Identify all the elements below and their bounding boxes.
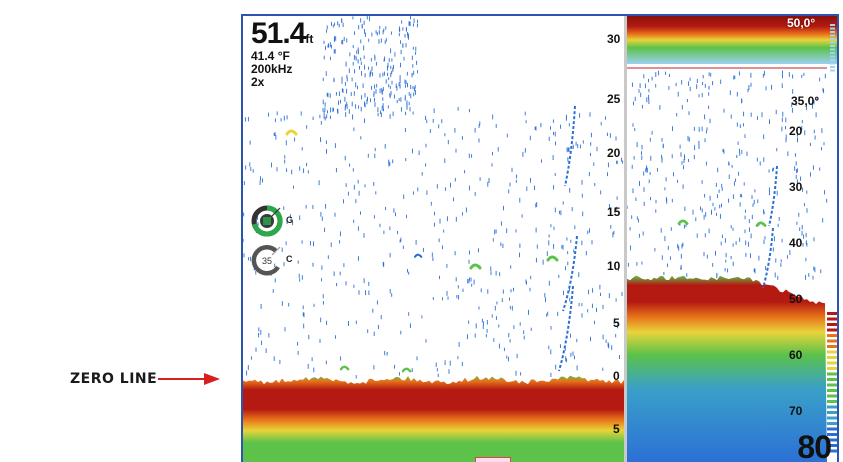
left-scale-label: 5 [613,316,620,330]
fish-arch [469,263,482,270]
signal-bar-segment [827,312,837,315]
gain-dial-icon [251,205,283,237]
signal-bar-segment [827,317,837,321]
right-top-label: 50,0° [787,16,816,30]
zoom-level: 2x [251,75,265,89]
signal-bar-segment [827,422,837,425]
signal-bar-segment [827,334,837,337]
right-scale-label: 50 [789,292,803,306]
right-scale-label: 60 [789,348,803,362]
fish-arch [413,253,423,258]
left-scale-label: 20 [607,146,621,160]
signal-bar-segment [827,356,837,359]
signal-bar-segment [827,328,837,332]
left-scale-label: 30 [607,32,621,46]
signal-bar-segment [827,323,837,326]
sonar-right-canvas [627,16,837,462]
right-scale-label: 40 [789,236,803,250]
pointer-arrow-icon [158,373,220,385]
signal-bar-segment [827,345,837,348]
right-scale-label: 30 [789,180,803,194]
signal-bar-segment [827,389,837,392]
bottom-handle[interactable] [475,457,511,462]
signal-bar-segment [827,372,837,376]
signal-bar-segment [827,400,837,403]
fish-arch [401,367,412,373]
range-readout: 80 [797,429,832,462]
signal-bar-segment [827,361,837,365]
depth-unit: ft [305,32,314,46]
fish-arch [285,129,298,136]
right-scale-label: 20 [789,124,803,138]
annotation-area: ZERO LINE [0,0,240,462]
fish-arch [339,365,350,371]
gain-letter: G [286,215,294,225]
left-scale-label: 10 [607,259,621,273]
signal-bar-segment [827,411,837,414]
left-scale-label: 5 [613,422,620,436]
signal-bar-segment [827,405,837,409]
signal-bar-segment [827,350,837,354]
signal-bar-segment [827,416,837,420]
right-scale-label: 70 [789,404,803,418]
sonar-live-pane[interactable]: 50,0° 35,0° 20 30 40 50 60 70 80 [627,16,837,462]
gain-control[interactable]: G [250,204,294,240]
color-value: 35 [262,256,272,266]
signal-bar-segment [827,367,837,370]
signal-bar-segment [827,339,837,343]
left-scale-label: 25 [607,92,621,106]
fish-arch [755,221,767,227]
color-control[interactable]: 35 C [250,243,293,279]
fish-arch [677,219,689,225]
color-letter: C [286,254,293,264]
signal-bar-segment [827,383,837,387]
signal-bar-segment [827,378,837,381]
zero-line-label: ZERO LINE [70,371,158,387]
fish-arch [546,255,559,262]
depth-value: 51.4 [251,17,306,50]
color-dial-icon: 35 [251,245,281,276]
sonar-history-pane[interactable]: 51.4ft 41.4 °F 200kHz 2x 30 25 20 15 10 … [243,16,624,462]
sonar-bottom-echo [243,375,624,462]
left-scale-label: 15 [607,205,621,219]
right-sub-label: 35,0° [791,94,820,108]
left-scale-label: 0 [613,369,620,383]
sonar-display[interactable]: 51.4ft 41.4 °F 200kHz 2x 30 25 20 15 10 … [241,14,839,462]
signal-bar-segment [827,394,837,398]
depth-readout: 51.4ft 41.4 °F 200kHz 2x [251,18,313,89]
